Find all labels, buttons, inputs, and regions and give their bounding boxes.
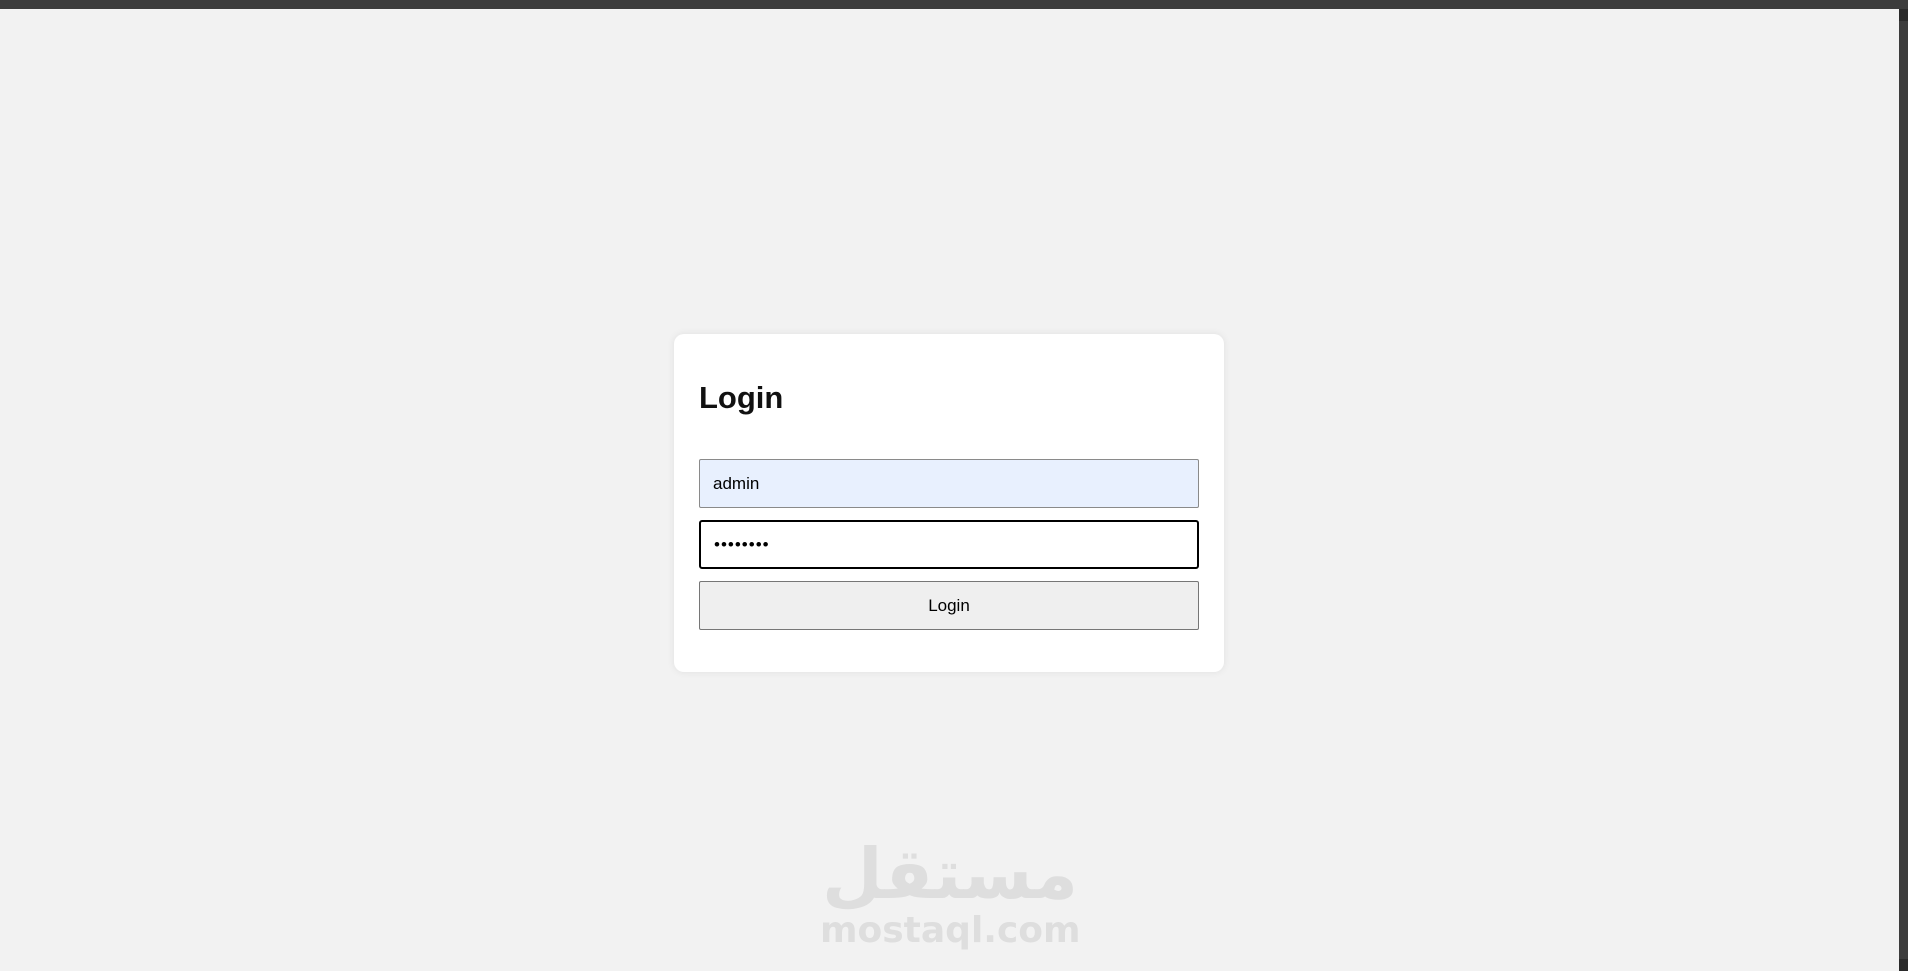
vertical-scrollbar[interactable]: [1899, 9, 1908, 971]
watermark-latin-text: mostaql.com: [820, 910, 1081, 951]
username-input[interactable]: [699, 459, 1199, 508]
mostaql-watermark-logo: مستقل mostaql.com: [820, 833, 1081, 959]
scroll-down-arrow-icon[interactable]: [1899, 959, 1908, 971]
browser-top-bar: [0, 0, 1908, 9]
login-card: Login Login: [674, 334, 1224, 672]
page-body: Login Login مستقل mostaql.com: [0, 9, 1899, 971]
login-title: Login: [699, 380, 784, 415]
login-button[interactable]: Login: [699, 581, 1199, 630]
password-input[interactable]: [699, 520, 1199, 569]
scroll-up-arrow-icon[interactable]: [1899, 9, 1908, 21]
watermark-arabic-text: مستقل: [821, 833, 1078, 915]
